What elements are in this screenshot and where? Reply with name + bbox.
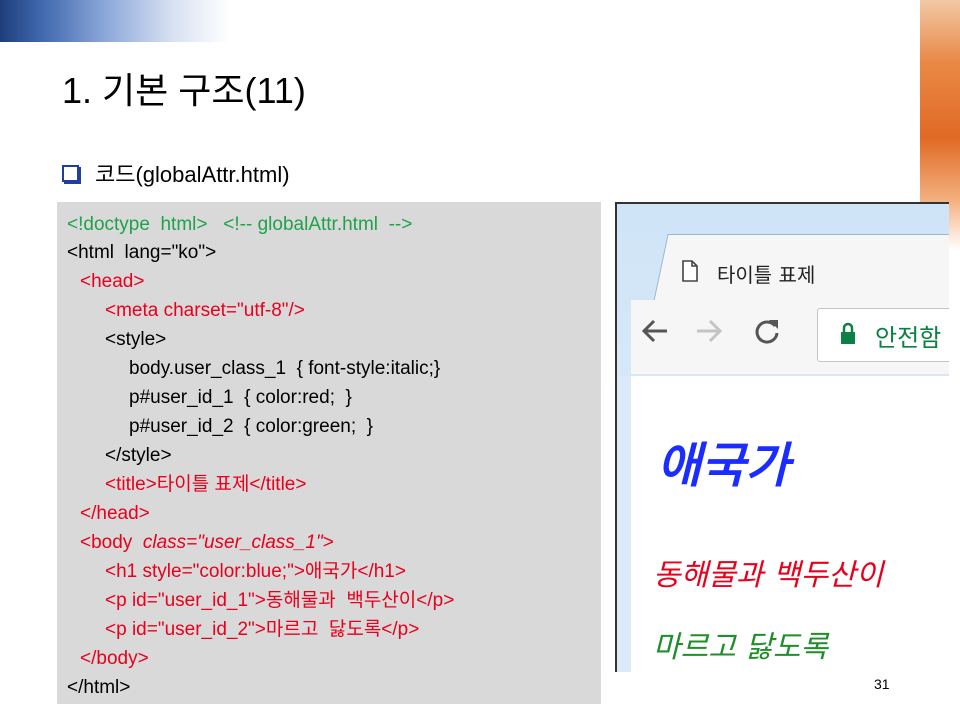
checkbox-bullet-icon [62, 164, 79, 182]
code-line-17: </html> [67, 677, 131, 698]
page-number: 31 [874, 676, 890, 692]
code-line-5: <style> [105, 329, 167, 350]
reload-icon[interactable] [751, 316, 783, 346]
code-body-open: <body [80, 532, 143, 553]
code-body-close-bracket: > [322, 532, 334, 553]
bullet-item: 코드(globalAttr.html) [62, 157, 290, 189]
code-line-9: </style> [105, 445, 172, 466]
rendered-heading: 애국가 [657, 438, 790, 494]
forward-arrow-icon[interactable] [693, 316, 725, 346]
slide-title: 1. 기본 구조(11) [62, 70, 306, 111]
code-line-4: <meta charset="utf-8"/> [105, 300, 305, 321]
code-line-7: p#user_id_1 { color:red; } [129, 387, 352, 408]
security-label: 안전함 [875, 324, 942, 352]
rendered-paragraph-1: 동해물과 백두산이 [653, 558, 884, 593]
code-line-14: <p id="user_id_1">동해물과 백두산이</p> [105, 590, 455, 611]
code-comment: <!-- globalAttr.html --> [207, 214, 413, 235]
document-icon [682, 260, 698, 282]
browser-screenshot: 타이틀 표제 안전함 애국가 동해물과 백두산이 마르고 닳도록 [615, 202, 949, 672]
code-line-3: <head> [80, 271, 145, 292]
code-line-16: </body> [80, 648, 149, 669]
code-line-1: <!doctype html> <!-- globalAttr.html --> [67, 211, 412, 239]
code-doctype: <!doctype html> [67, 214, 208, 235]
code-line-11: </head> [80, 503, 150, 524]
code-line-12: <body class="user_class_1"> [80, 529, 334, 557]
code-line-13: <h1 style="color:blue;">애국가</h1> [105, 561, 406, 582]
code-line-10: <title>타이틀 표제</title> [105, 474, 307, 495]
bullet-text: 코드(globalAttr.html) [95, 162, 290, 187]
code-line-15: <p id="user_id_2">마르고 닳도록</p> [105, 619, 420, 640]
code-line-2: <html lang="ko"> [67, 242, 217, 263]
top-left-decoration [0, 0, 230, 42]
tab-title: 타이틀 표제 [717, 263, 816, 287]
code-line-6: body.user_class_1 { font-style:italic;} [129, 358, 441, 379]
back-arrow-icon[interactable] [639, 316, 671, 346]
code-line-8: p#user_id_2 { color:green; } [129, 416, 374, 437]
lock-icon [841, 322, 855, 344]
code-body-class-attr: class="user_class_1" [142, 532, 323, 553]
rendered-paragraph-2: 마르고 닳도록 [653, 630, 829, 665]
code-listing: <!doctype html> <!-- globalAttr.html -->… [57, 202, 601, 704]
browser-frame-edge [617, 376, 631, 672]
